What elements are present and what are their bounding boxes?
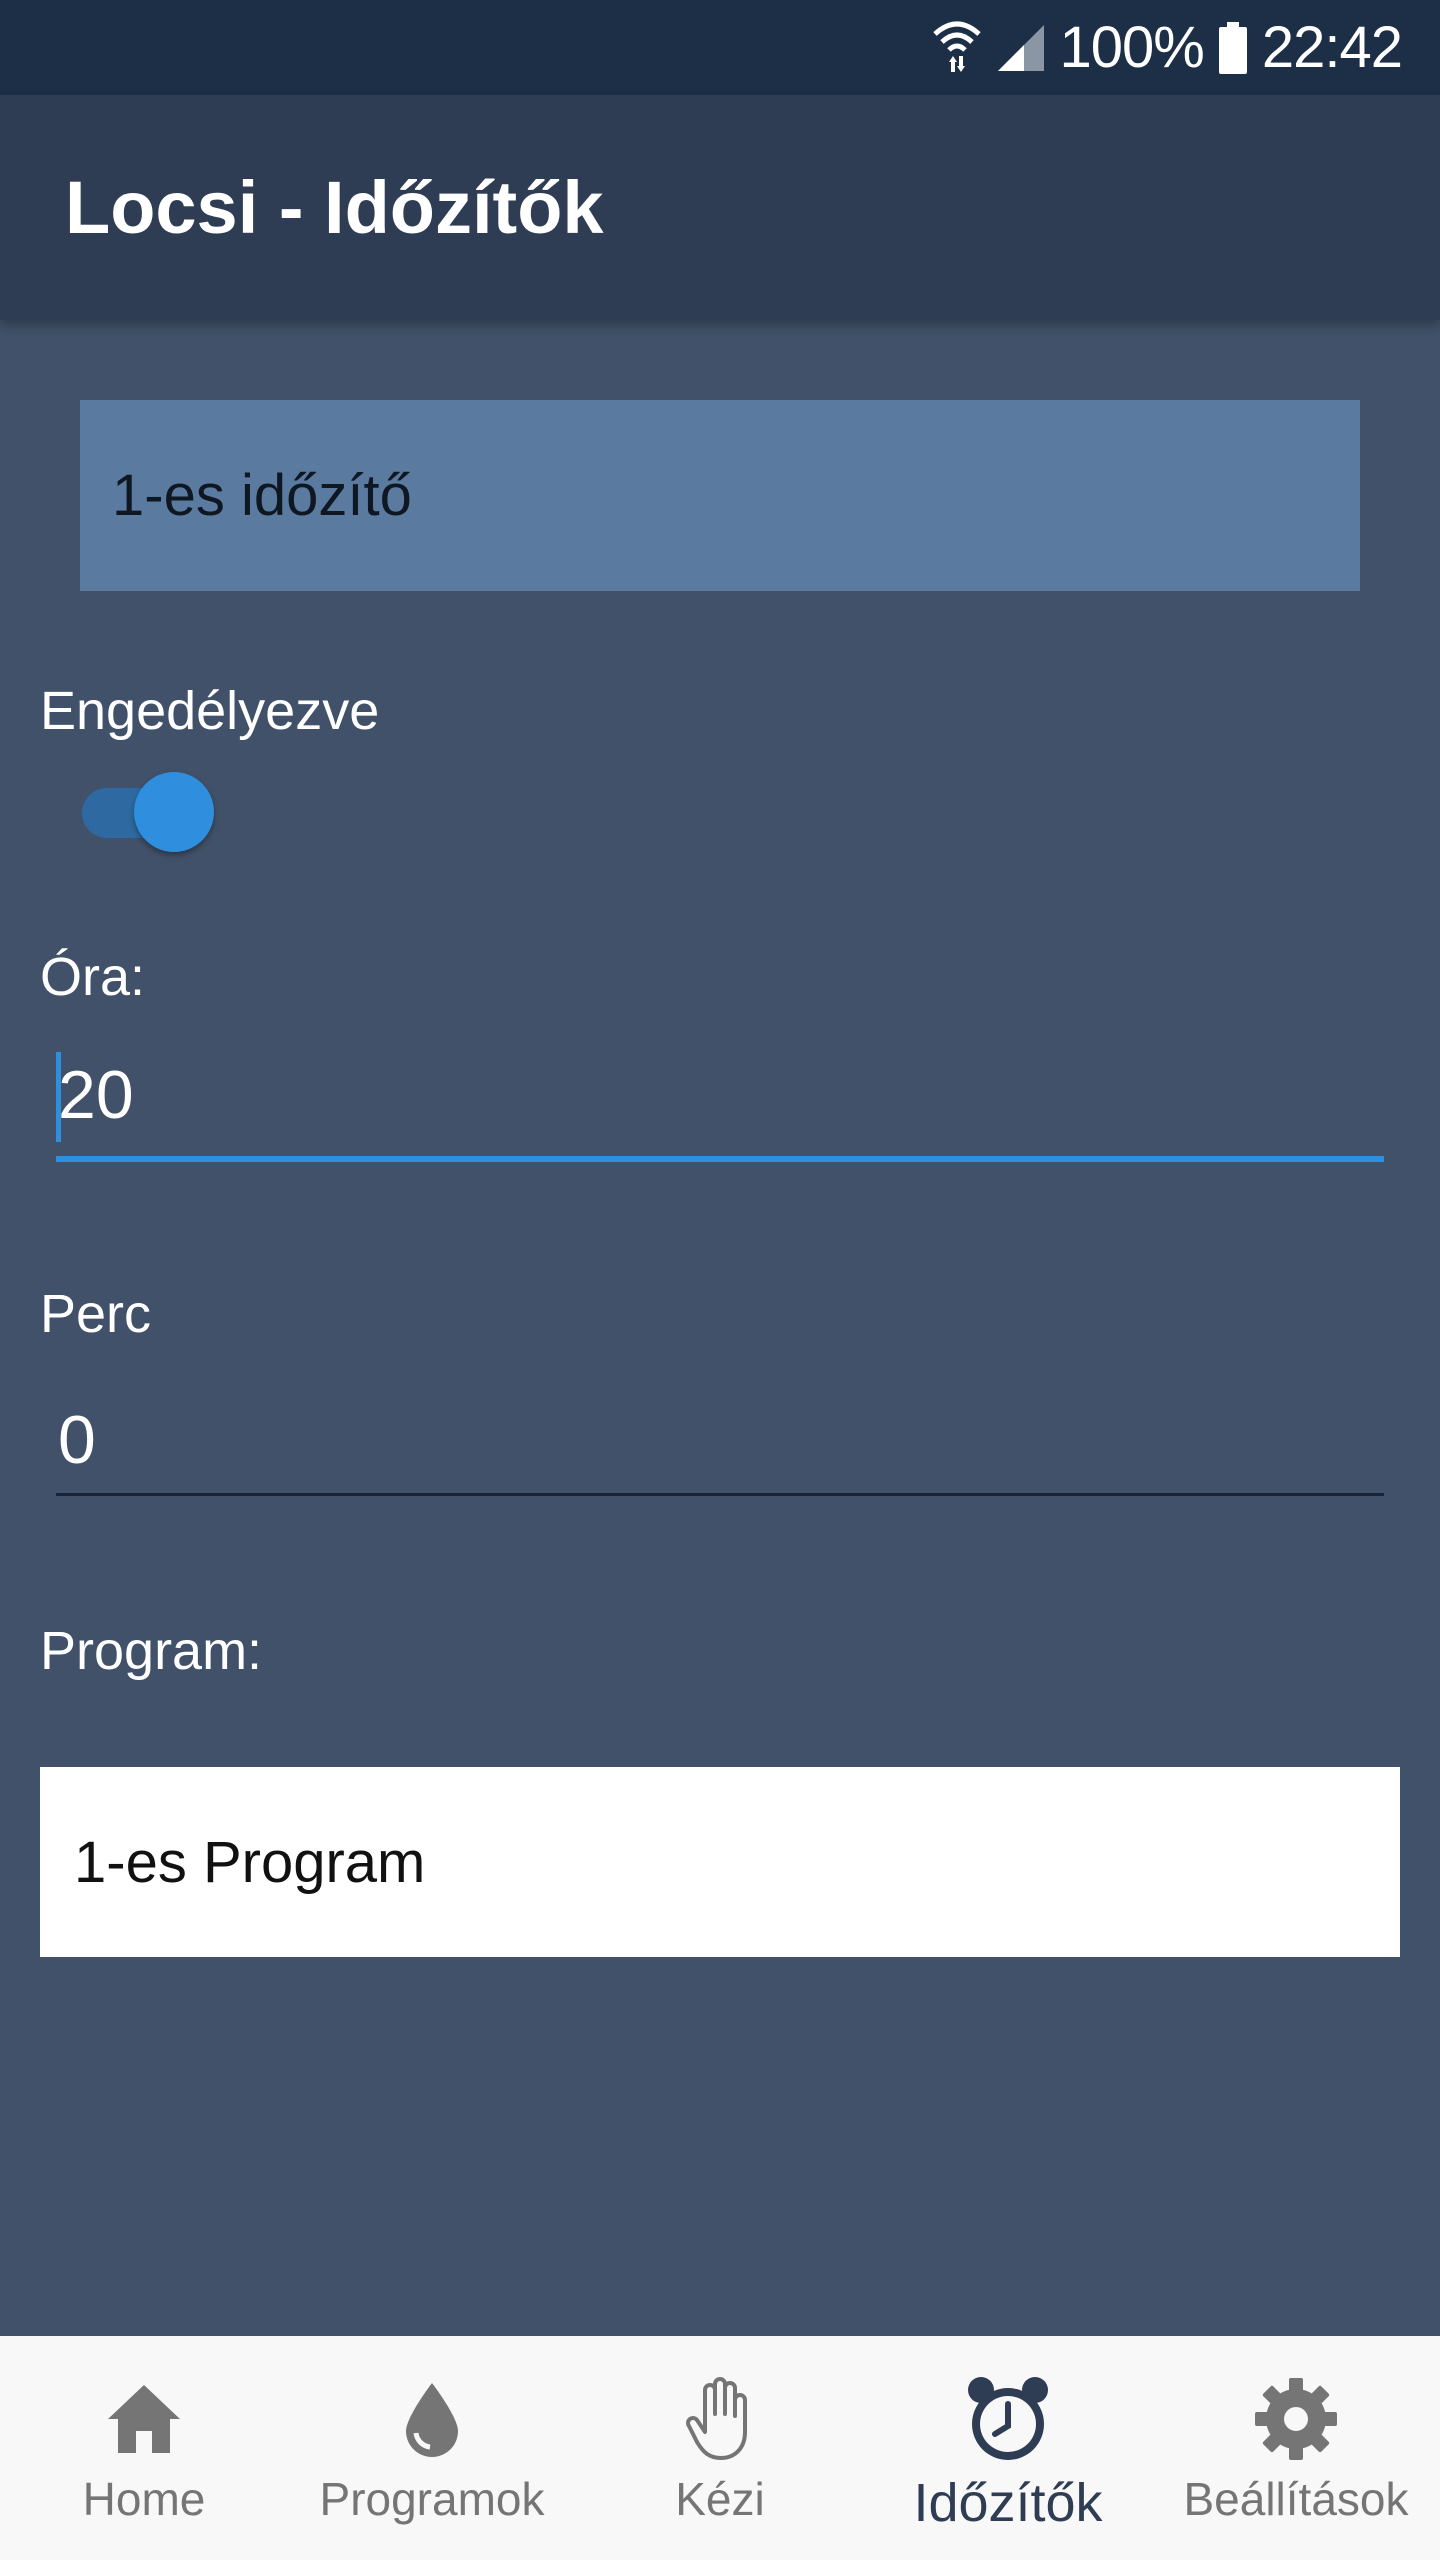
program-select[interactable]: 1-es Program (40, 1767, 1400, 1957)
text-cursor (56, 1052, 61, 1142)
status-bar: 100% 22:42 (0, 0, 1440, 95)
minute-input[interactable]: 0 (56, 1385, 1384, 1495)
nav-item-idozitok[interactable]: Időzítők (864, 2336, 1152, 2560)
nav-item-home[interactable]: Home (0, 2336, 288, 2560)
water-drop-icon (402, 2374, 462, 2464)
nav-label: Home (82, 2473, 206, 2525)
enabled-toggle[interactable] (82, 770, 214, 852)
enabled-label: Engedélyezve (40, 681, 380, 741)
nav-item-programok[interactable]: Programok (288, 2336, 576, 2560)
program-label: Program: (40, 1621, 263, 1681)
nav-item-beallitasok[interactable]: Beállítások (1152, 2336, 1440, 2560)
alarm-clock-icon (963, 2374, 1053, 2464)
nav-label: Kézi (675, 2473, 765, 2525)
wifi-icon (932, 20, 982, 76)
page-title: Locsi - Időzítők (65, 166, 604, 249)
gear-icon (1253, 2374, 1339, 2464)
battery-percent: 100% (1059, 14, 1205, 80)
hand-icon (685, 2374, 755, 2464)
nav-label: Beállítások (1183, 2473, 1409, 2525)
minute-input-underline (56, 1493, 1384, 1496)
timer-selector[interactable]: 1-es időzítő (80, 400, 1360, 591)
clock: 22:42 (1261, 14, 1403, 80)
hour-input-underline (56, 1156, 1384, 1162)
hour-input[interactable]: 20 (56, 1040, 1384, 1150)
nav-item-kezi[interactable]: Kézi (576, 2336, 864, 2560)
nav-label: Programok (319, 2473, 545, 2525)
battery-icon (1218, 21, 1248, 74)
bottom-nav: Home Programok Kézi Időzítők Beállítások (0, 2336, 1440, 2560)
toggle-thumb (134, 772, 214, 852)
nav-label: Időzítők (913, 2473, 1103, 2533)
app-bar: Locsi - Időzítők (0, 95, 1440, 320)
signal-icon (996, 23, 1046, 73)
minute-label: Perc (40, 1284, 152, 1344)
home-icon (104, 2374, 184, 2464)
hour-label: Óra: (40, 947, 146, 1007)
